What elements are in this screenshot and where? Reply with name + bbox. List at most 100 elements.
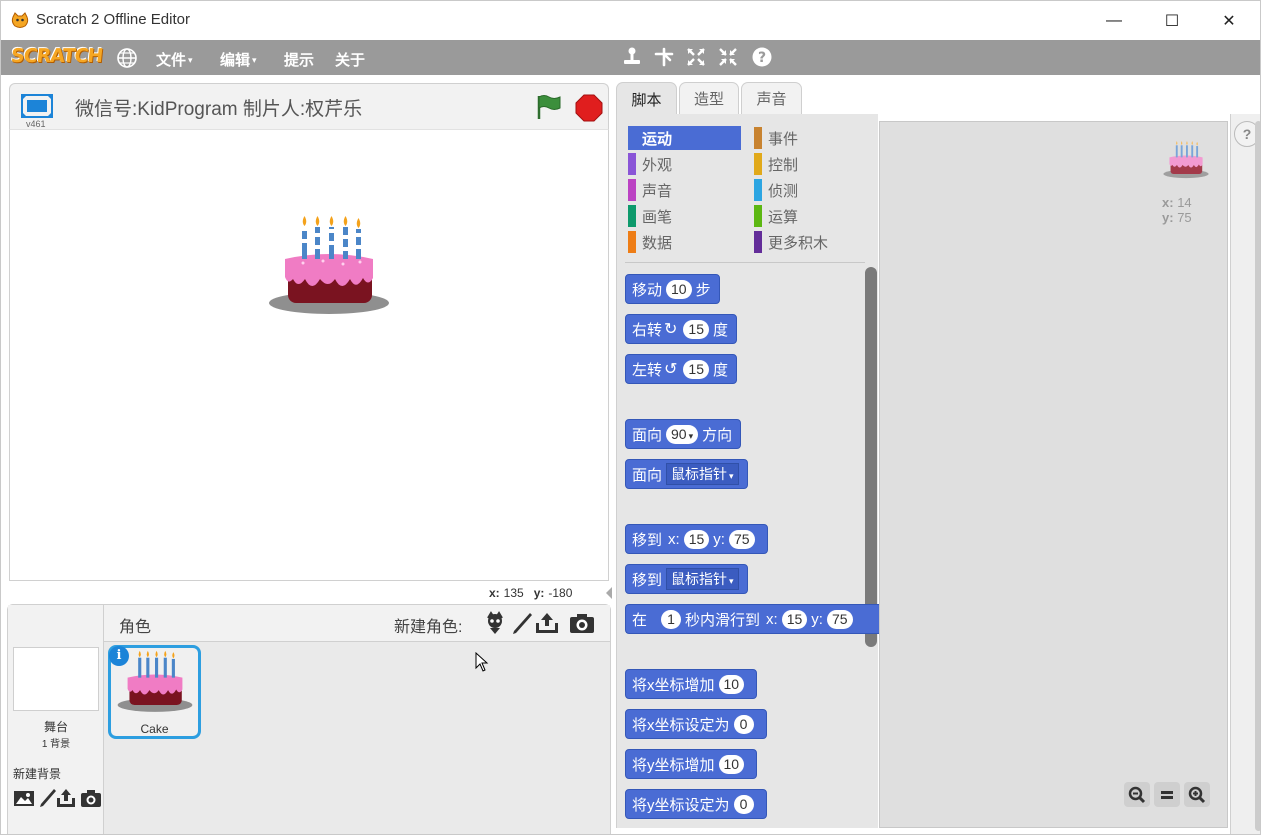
block-move-steps[interactable]: 移动 10 步	[625, 274, 720, 304]
block-change-y[interactable]: 将y坐标增加 10	[625, 749, 758, 779]
camera-icon[interactable]	[80, 787, 102, 809]
sprite-library-icon[interactable]	[482, 610, 508, 636]
block-dropdown-value: 鼠标指针	[671, 466, 728, 482]
category-operators[interactable]: 运算	[754, 204, 867, 228]
zoom-in-button[interactable]	[1184, 782, 1210, 807]
block-set-y[interactable]: 将y坐标设定为 0	[625, 789, 767, 819]
mouse-y-label: y:	[533, 586, 545, 600]
block-input-value: 90	[671, 425, 687, 442]
zoom-reset-button[interactable]	[1154, 782, 1180, 807]
sprite-preview	[1163, 141, 1209, 179]
block-input[interactable]: 1	[661, 609, 682, 629]
category-sensing[interactable]: 侦测	[754, 178, 867, 202]
category-data[interactable]: 数据	[628, 230, 741, 254]
zoom-out-icon	[1128, 786, 1146, 803]
category-motion[interactable]: 运动	[628, 126, 741, 150]
block-change-x[interactable]: 将x坐标增加 10	[625, 669, 758, 699]
duplicate-stamp-icon[interactable]	[621, 46, 643, 68]
sprite-info-icon[interactable]: i	[109, 646, 129, 666]
menu-edit[interactable]: 编辑 ▾	[220, 49, 257, 70]
shrink-icon[interactable]	[717, 46, 739, 68]
category-more-blocks[interactable]: 更多积木	[754, 230, 867, 254]
category-events[interactable]: 事件	[754, 126, 867, 150]
block-input[interactable]: 15	[781, 609, 808, 629]
block-dropdown[interactable]: 鼠标指针 ▾	[666, 568, 739, 590]
cut-icon[interactable]	[653, 46, 675, 68]
scripts-area[interactable]: x: 14 y: 75	[879, 121, 1228, 828]
sprite-position: x: 14 y: 75	[1162, 195, 1192, 225]
block-input[interactable]: 0	[733, 794, 754, 814]
new-backdrop-label: 新建背景	[13, 767, 62, 781]
collapse-stage-arrow-icon[interactable]	[604, 585, 614, 601]
tab-costumes[interactable]: 造型	[679, 82, 739, 114]
block-turn-right[interactable]: 右转 ↻ 15 度	[625, 314, 738, 344]
category-pen[interactable]: 画笔	[628, 204, 741, 228]
block-input[interactable]: 15	[683, 359, 709, 379]
menu-about[interactable]: 关于	[335, 49, 365, 70]
block-text: 右转	[632, 321, 663, 339]
menu-tips[interactable]: 提示	[284, 49, 314, 70]
block-dropdown-input[interactable]: 90 ▾	[666, 424, 699, 444]
block-input[interactable]: 10	[718, 754, 745, 774]
stage-thumbnail[interactable]	[13, 647, 99, 711]
chevron-down-icon: ▾	[729, 576, 734, 586]
fullscreen-icon[interactable]	[21, 94, 53, 118]
grow-icon[interactable]	[685, 46, 707, 68]
stage-canvas[interactable]	[9, 129, 609, 581]
chevron-down-icon: ▾	[252, 55, 257, 65]
scratch-logo[interactable]: SCRATCH	[10, 45, 104, 67]
block-go-to-xy[interactable]: 移到 x: 15 y: 75	[625, 524, 768, 554]
paint-sprite-icon[interactable]	[509, 610, 535, 636]
menu-bar: SCRATCH 文件 ▾ 编辑 ▾ 提示 关于 ?	[1, 40, 1260, 75]
menu-file[interactable]: 文件 ▾	[156, 49, 193, 70]
camera-sprite-icon[interactable]	[569, 610, 595, 636]
sprite-tile-cake[interactable]: i Cake	[108, 645, 201, 739]
category-sound[interactable]: 声音	[628, 178, 741, 202]
block-text: 面向	[632, 466, 663, 484]
block-text: 移到	[632, 571, 663, 589]
stage-backdrop-count: 1 背景	[41, 739, 71, 750]
tab-scripts[interactable]: 脚本	[616, 82, 677, 115]
block-point-towards[interactable]: 面向 鼠标指针 ▾	[625, 459, 748, 489]
block-dropdown[interactable]: 鼠标指针 ▾	[666, 463, 739, 485]
close-button[interactable]: ✕	[1201, 1, 1257, 40]
block-input[interactable]: 10	[718, 674, 745, 694]
mouse-x-value: 135	[503, 586, 524, 600]
sprite-y-value: 75	[1177, 210, 1192, 225]
block-input[interactable]: 0	[733, 714, 754, 734]
category-looks[interactable]: 外观	[628, 152, 741, 176]
palette-scrollbar[interactable]	[865, 267, 877, 647]
block-point-in-direction[interactable]: 面向 90 ▾ 方向	[625, 419, 742, 449]
block-glide[interactable]: 在 1 秒内滑行到 x: 15 y: 75	[625, 604, 879, 634]
mouse-coordinates: x: 135 y: -180	[489, 586, 582, 600]
block-input[interactable]: 10	[666, 279, 692, 299]
category-label: 更多积木	[768, 234, 829, 252]
upload-icon[interactable]	[55, 787, 77, 809]
block-input[interactable]: 15	[683, 529, 710, 549]
block-turn-left[interactable]: 左转 ↺ 15 度	[625, 354, 738, 384]
block-input[interactable]: 15	[683, 319, 709, 339]
green-flag-icon[interactable]	[535, 93, 563, 121]
project-title[interactable]: 微信号:KidProgram 制片人:权芹乐	[75, 94, 362, 121]
block-text: x:	[668, 530, 680, 548]
backdrop-library-icon[interactable]	[13, 787, 35, 809]
tab-sounds[interactable]: 声音	[741, 82, 802, 114]
block-text: 将x坐标设定为	[632, 716, 730, 734]
block-go-to[interactable]: 移到 鼠标指针 ▾	[625, 564, 748, 594]
mouse-cursor-icon	[475, 652, 489, 672]
upload-sprite-icon[interactable]	[534, 610, 560, 636]
scripts-scrollbar[interactable]	[1255, 121, 1260, 831]
block-input[interactable]: 75	[728, 529, 755, 549]
stop-icon[interactable]	[575, 94, 603, 122]
stage-column: 舞台 1 背景 新建背景	[8, 605, 104, 834]
zoom-out-button[interactable]	[1124, 782, 1150, 807]
block-set-x[interactable]: 将x坐标设定为 0	[625, 709, 767, 739]
globe-icon[interactable]	[116, 47, 138, 69]
block-input[interactable]: 75	[826, 609, 853, 629]
maximize-button[interactable]: ☐	[1144, 1, 1200, 40]
cake-sprite[interactable]	[268, 215, 390, 317]
help-icon[interactable]: ?	[751, 46, 773, 68]
block-text: y:	[811, 610, 823, 628]
minimize-button[interactable]: —	[1086, 1, 1142, 40]
category-control[interactable]: 控制	[754, 152, 867, 176]
